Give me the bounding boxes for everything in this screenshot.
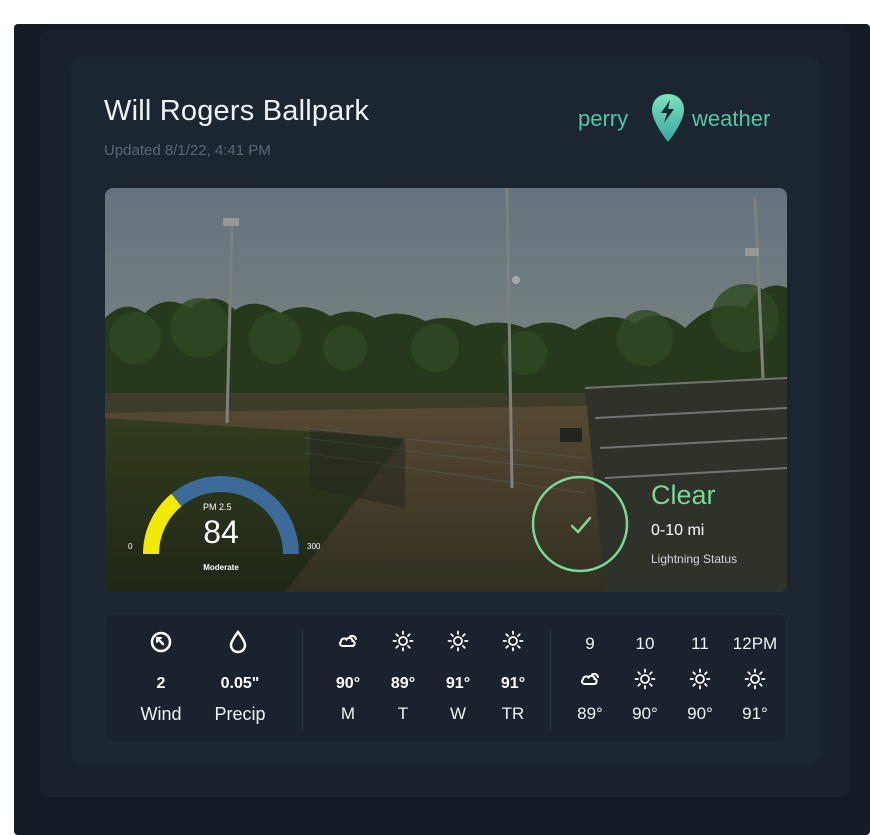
gauge-max-label: 300 [307, 542, 321, 551]
hourly-temp: 90° [687, 704, 713, 723]
sun-icon [744, 668, 766, 695]
lightning-range: 0-10 mi [651, 522, 705, 539]
daily-day: W [449, 704, 467, 723]
compass-icon [150, 631, 172, 653]
sun-icon [689, 668, 711, 695]
lightning-status: Clear [651, 480, 716, 510]
daily-day: TR [501, 704, 525, 723]
daily-temp: 90° [335, 675, 361, 692]
precip-value: 0.05" [220, 675, 260, 692]
hourly-temp: 91° [742, 704, 768, 723]
air-quality-gauge[interactable]: PM 2.5 84 Moderate 0 300 [125, 470, 335, 590]
wind-value: 2 [156, 675, 166, 692]
precip-label: Precip [214, 704, 266, 724]
lightning-status-label: Lightning Status [651, 552, 738, 566]
hourly-hour: 12PM [732, 634, 778, 653]
daily-temp: 91° [500, 675, 526, 692]
hourly-temp: 90° [632, 704, 658, 723]
sun-icon [447, 630, 469, 657]
sun-icon [392, 630, 414, 657]
brand-logo[interactable]: perry weather [578, 92, 790, 144]
daily-temp: 91° [445, 675, 471, 692]
partly-cloudy-icon [579, 668, 601, 695]
forecast-divider [302, 630, 303, 730]
air-quality-metric: PM 2.5 [203, 502, 232, 512]
hourly-hour: 9 [585, 634, 595, 653]
sun-icon [502, 630, 524, 657]
lightning-pin-icon [652, 94, 684, 142]
hourly-temp: 89° [577, 704, 603, 723]
daily-day: M [340, 704, 356, 723]
daily-temp: 89° [390, 675, 416, 692]
droplet-icon [229, 630, 247, 654]
gauge-min-label: 0 [128, 542, 133, 551]
air-quality-level: Moderate [203, 563, 239, 572]
air-quality-value: 84 [203, 514, 239, 550]
hourly-hour: 10 [635, 634, 655, 653]
updated-timestamp: Updated 8/1/22, 4:41 PM [104, 142, 271, 159]
check-circle-icon [531, 475, 629, 573]
logo-word-perry: perry [578, 106, 629, 131]
forecast-divider [550, 630, 551, 730]
hourly-hour: 11 [691, 634, 709, 653]
wind-label: Wind [140, 704, 182, 724]
sun-icon [634, 668, 656, 695]
partly-cloudy-icon [337, 630, 359, 657]
daily-day: T [397, 704, 409, 723]
logo-word-weather: weather [692, 106, 771, 131]
location-title: Will Rogers Ballpark [104, 95, 370, 127]
